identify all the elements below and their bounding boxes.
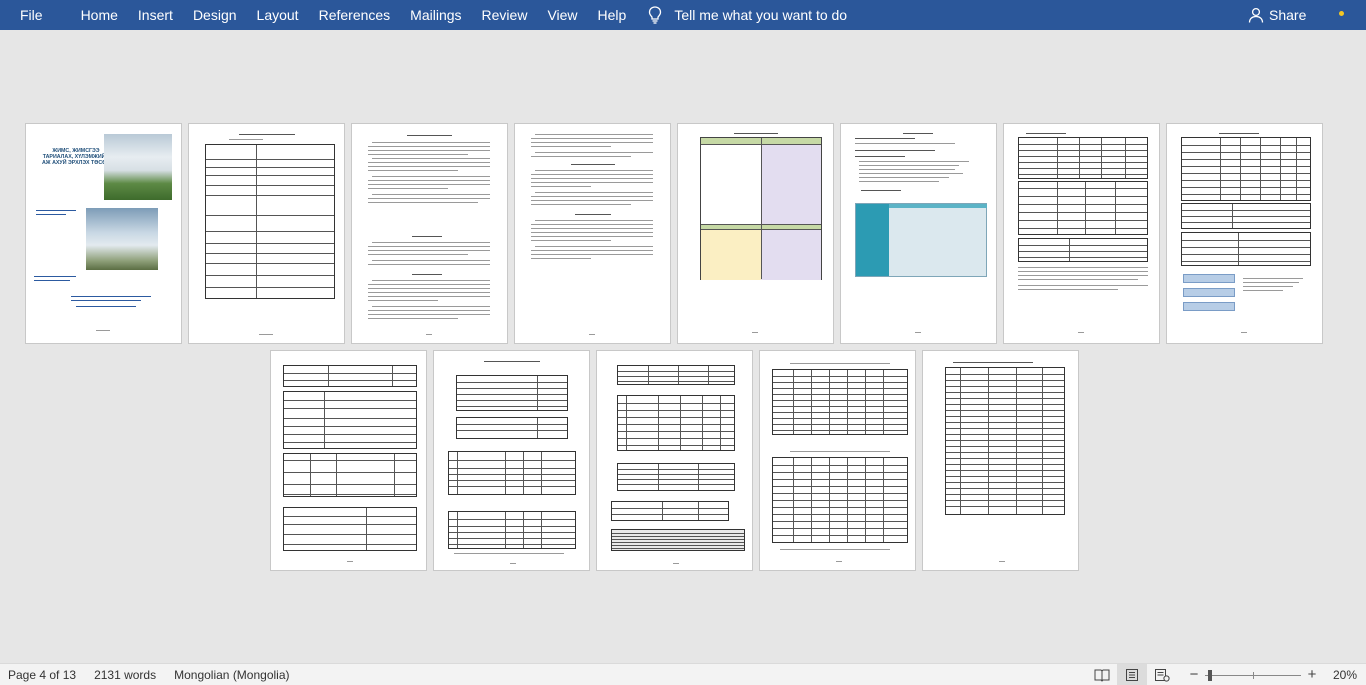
read-mode-icon: [1094, 669, 1110, 682]
page-count[interactable]: Page 4 of 13: [0, 668, 85, 682]
tell-me-search[interactable]: Tell me what you want to do: [648, 0, 847, 30]
read-mode-button[interactable]: [1087, 664, 1117, 685]
tab-references[interactable]: References: [309, 0, 401, 30]
document-page-11[interactable]: [596, 350, 753, 571]
word-count[interactable]: 2131 words: [85, 668, 165, 682]
print-layout-icon: [1125, 669, 1138, 681]
person-icon: [1248, 7, 1264, 23]
zoom-slider[interactable]: [1204, 669, 1301, 681]
print-layout-button[interactable]: [1116, 664, 1147, 685]
share-label: Share: [1269, 7, 1307, 23]
web-layout-button[interactable]: [1147, 664, 1177, 685]
tab-help[interactable]: Help: [588, 0, 637, 30]
greenhouse-photo-bottom: [86, 208, 158, 270]
tab-review[interactable]: Review: [472, 0, 538, 30]
document-page-10[interactable]: [433, 350, 590, 571]
share-button[interactable]: Share: [1248, 0, 1306, 30]
document-page-4[interactable]: [514, 123, 671, 344]
zoom-in-button[interactable]: +: [1305, 667, 1319, 682]
document-page-6[interactable]: [840, 123, 997, 344]
document-page-5[interactable]: [677, 123, 834, 344]
tab-insert[interactable]: Insert: [128, 0, 183, 30]
document-page-7[interactable]: [1003, 123, 1160, 344]
document-page-8[interactable]: [1166, 123, 1323, 344]
lightbulb-icon: [649, 6, 662, 24]
zoom-100-marker: [1252, 671, 1254, 679]
tab-file[interactable]: File: [0, 0, 71, 30]
document-page-13[interactable]: [922, 350, 1079, 571]
notification-dot: [1339, 11, 1344, 16]
tab-layout[interactable]: Layout: [247, 0, 309, 30]
zoom-slider-control: − +: [1187, 667, 1319, 682]
document-page-12[interactable]: [759, 350, 916, 571]
status-bar-right: − + 20%: [1087, 664, 1366, 685]
ribbon-tab-bar: File Home Insert Design Layout Reference…: [0, 0, 1366, 30]
zoom-percentage[interactable]: 20%: [1333, 668, 1357, 682]
zoom-out-button[interactable]: −: [1187, 667, 1201, 682]
tell-me-label: Tell me what you want to do: [674, 7, 848, 23]
greenhouse-photo-top: [104, 134, 172, 200]
zoom-slider-thumb[interactable]: [1207, 669, 1212, 681]
document-page-1[interactable]: ЖИМС, ЖИМСГЭЭ ТАРИАЛАХ, ХҮЛЭМЖИЙН АЖ АХУ…: [25, 123, 182, 344]
document-page-3[interactable]: [351, 123, 508, 344]
tab-design[interactable]: Design: [183, 0, 247, 30]
document-page-9[interactable]: [270, 350, 427, 571]
web-layout-icon: [1154, 669, 1170, 682]
document-canvas[interactable]: ЖИМС, ЖИМСГЭЭ ТАРИАЛАХ, ХҮЛЭМЖИЙН АЖ АХУ…: [0, 30, 1366, 663]
status-bar: Page 4 of 13 2131 words Mongolian (Mongo…: [0, 663, 1366, 685]
tab-view[interactable]: View: [537, 0, 587, 30]
cover-title: ЖИМС, ЖИМСГЭЭ ТАРИАЛАХ, ХҮЛЭМЖИЙН АЖ АХУ…: [41, 148, 111, 166]
language-indicator[interactable]: Mongolian (Mongolia): [165, 668, 298, 682]
tab-home[interactable]: Home: [71, 0, 128, 30]
document-page-2[interactable]: [188, 123, 345, 344]
tab-mailings[interactable]: Mailings: [400, 0, 471, 30]
